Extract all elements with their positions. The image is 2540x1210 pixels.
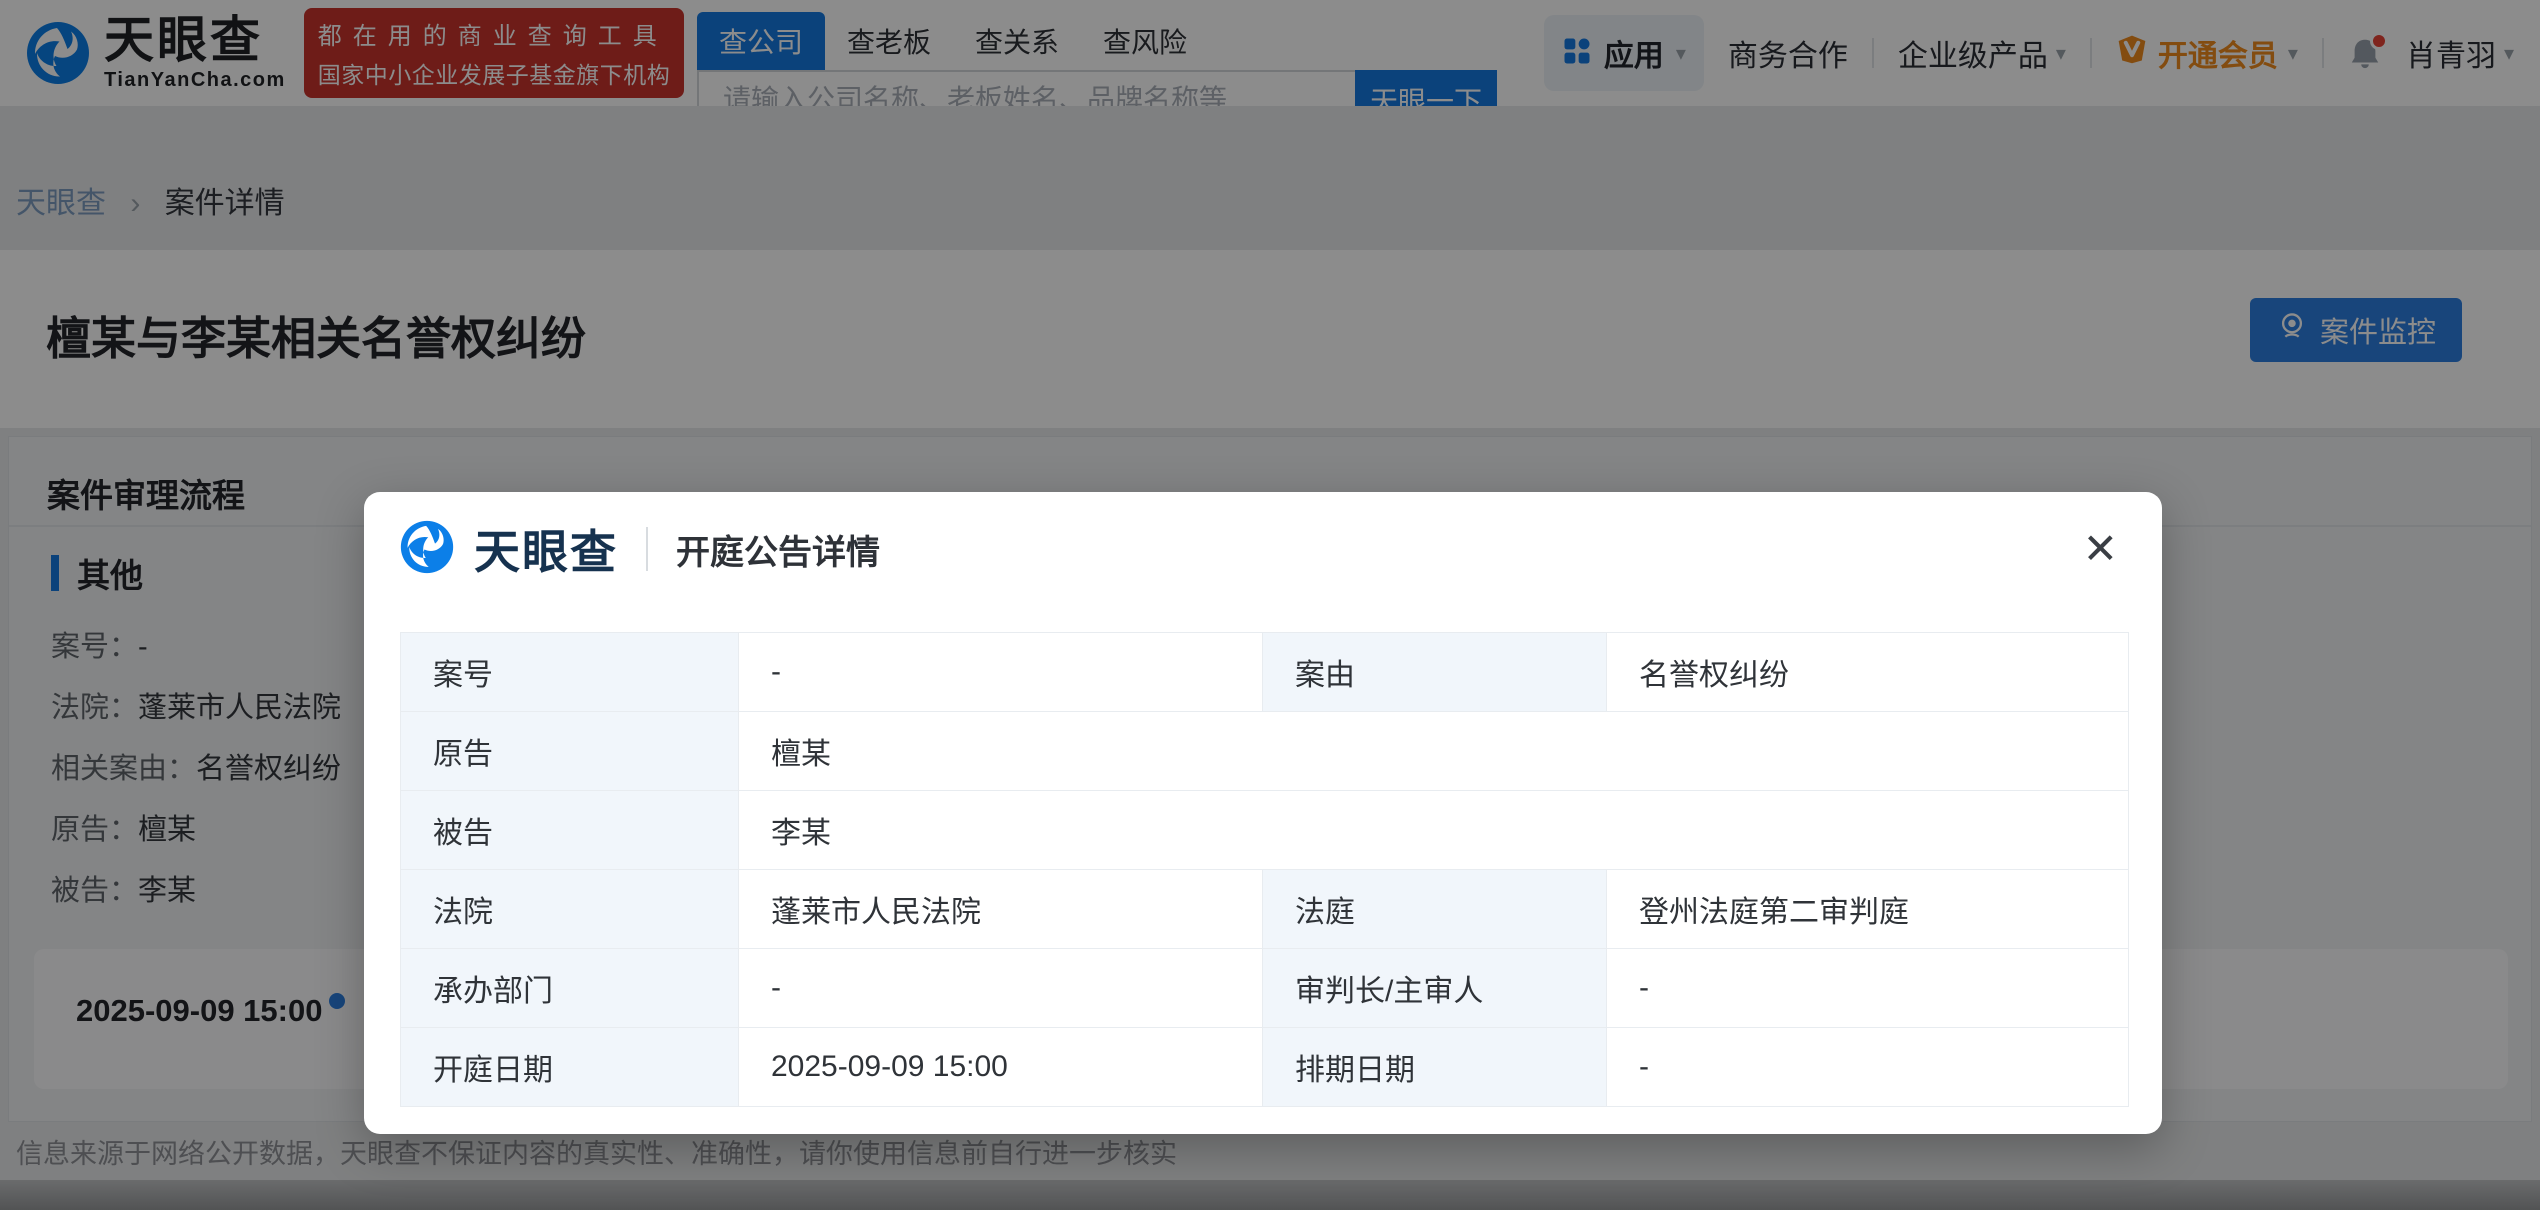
cell-value: 檀某 bbox=[739, 712, 2129, 791]
modal-header: 天眼查 开庭公告详情 ✕ bbox=[364, 492, 2162, 606]
cell-value: - bbox=[1607, 1028, 2129, 1107]
cell-label: 案由 bbox=[1263, 633, 1607, 712]
cell-label: 法院 bbox=[401, 870, 739, 949]
cell-value: 李某 bbox=[739, 791, 2129, 870]
cell-label: 审判长/主审人 bbox=[1263, 949, 1607, 1028]
cell-value: - bbox=[1607, 949, 2129, 1028]
cell-value: 登州法庭第二审判庭 bbox=[1607, 870, 2129, 949]
cell-label: 被告 bbox=[401, 791, 739, 870]
cell-label: 法庭 bbox=[1263, 870, 1607, 949]
table-row: 承办部门-审判长/主审人- bbox=[401, 949, 2129, 1028]
cell-label: 承办部门 bbox=[401, 949, 739, 1028]
table-row: 原告檀某 bbox=[401, 712, 2129, 791]
screen: 天眼查 TianYanCha.com 都在用的商业查询工具 国家中小企业发展子基… bbox=[0, 0, 2540, 1210]
hearing-table: 案号-案由名誉权纠纷原告檀某被告李某法院蓬莱市人民法院法庭登州法庭第二审判庭承办… bbox=[400, 632, 2129, 1107]
cell-label: 开庭日期 bbox=[401, 1028, 739, 1107]
table-row: 案号-案由名誉权纠纷 bbox=[401, 633, 2129, 712]
tianyancha-swirl-icon bbox=[400, 520, 454, 579]
cell-value: - bbox=[739, 949, 1263, 1028]
cell-value: 名誉权纠纷 bbox=[1607, 633, 2129, 712]
cell-value: 蓬莱市人民法院 bbox=[739, 870, 1263, 949]
cell-label: 排期日期 bbox=[1263, 1028, 1607, 1107]
table-row: 被告李某 bbox=[401, 791, 2129, 870]
close-icon[interactable]: ✕ bbox=[2083, 528, 2118, 570]
cell-label: 原告 bbox=[401, 712, 739, 791]
cell-value: - bbox=[739, 633, 1263, 712]
hearing-detail-modal: 天眼查 开庭公告详情 ✕ 案号-案由名誉权纠纷原告檀某被告李某法院蓬莱市人民法院… bbox=[364, 492, 2162, 1134]
cell-value: 2025-09-09 15:00 bbox=[739, 1028, 1263, 1107]
modal-logo-title: 天眼查 bbox=[474, 516, 618, 582]
table-row: 开庭日期2025-09-09 15:00排期日期- bbox=[401, 1028, 2129, 1107]
modal-title: 开庭公告详情 bbox=[676, 525, 880, 574]
table-row: 法院蓬莱市人民法院法庭登州法庭第二审判庭 bbox=[401, 870, 2129, 949]
modal-header-divider bbox=[646, 527, 648, 571]
cell-label: 案号 bbox=[401, 633, 739, 712]
